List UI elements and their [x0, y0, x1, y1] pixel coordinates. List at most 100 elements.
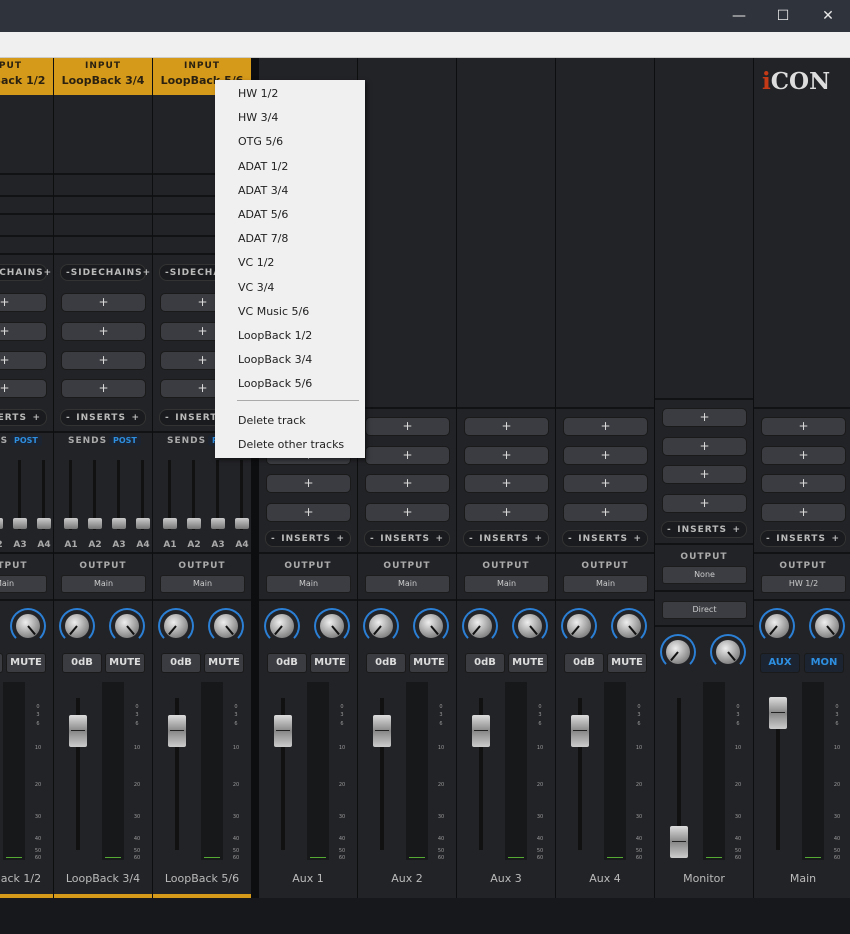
- insert-slot[interactable]: +: [365, 474, 450, 493]
- volume-fader-handle[interactable]: [274, 715, 292, 748]
- add-insert-button[interactable]: +: [633, 534, 642, 544]
- send-fader-handle[interactable]: [37, 518, 51, 529]
- mute-button[interactable]: MUTE: [607, 653, 647, 673]
- remove-insert-button[interactable]: -: [568, 534, 573, 544]
- menu-item-loopback-5-6[interactable]: LoopBack 5/6: [215, 373, 365, 395]
- output-select[interactable]: Main: [266, 575, 351, 593]
- minimize-icon[interactable]: —: [716, 0, 762, 32]
- insert-slot[interactable]: +: [563, 503, 648, 522]
- remove-insert-button[interactable]: -: [165, 413, 170, 423]
- insert-slot[interactable]: +: [61, 351, 146, 370]
- insert-slot[interactable]: +: [266, 474, 351, 493]
- add-sidechain-button[interactable]: +: [44, 268, 53, 278]
- volume-fader-handle[interactable]: [571, 715, 589, 748]
- insert-slot[interactable]: +: [464, 503, 549, 522]
- insert-slot[interactable]: +: [662, 408, 747, 427]
- gain-button[interactable]: 0dB: [62, 653, 102, 673]
- mute-button[interactable]: MUTE: [310, 653, 350, 673]
- remove-insert-button[interactable]: -: [766, 534, 771, 544]
- send-fader-handle[interactable]: [0, 518, 3, 529]
- right-knob[interactable]: [413, 608, 449, 644]
- remove-insert-button[interactable]: -: [271, 534, 276, 544]
- menu-item-otg-5-6[interactable]: OTG 5/6: [215, 131, 365, 153]
- post-toggle[interactable]: POST: [10, 435, 42, 446]
- gain-button[interactable]: 0dB: [564, 653, 604, 673]
- left-knob[interactable]: [660, 634, 696, 670]
- output-select[interactable]: None: [662, 566, 747, 584]
- right-knob[interactable]: [208, 608, 244, 644]
- mute-button[interactable]: MUTE: [6, 653, 46, 673]
- mute-button[interactable]: MUTE: [105, 653, 145, 673]
- insert-slot[interactable]: +: [266, 503, 351, 522]
- add-insert-button[interactable]: +: [435, 534, 444, 544]
- output-select[interactable]: Main: [365, 575, 450, 593]
- right-knob[interactable]: [109, 608, 145, 644]
- volume-fader-handle[interactable]: [769, 697, 787, 730]
- menu-item-vc-music-5-6[interactable]: VC Music 5/6: [215, 301, 365, 323]
- gain-button[interactable]: 0dB: [366, 653, 406, 673]
- menu-item-delete-track[interactable]: Delete track: [215, 410, 365, 432]
- volume-fader-handle[interactable]: [472, 715, 490, 748]
- insert-slot[interactable]: +: [761, 446, 846, 465]
- right-knob[interactable]: [512, 608, 548, 644]
- insert-slot[interactable]: +: [662, 437, 747, 456]
- gain-button[interactable]: 0dB: [0, 653, 3, 673]
- right-knob[interactable]: [809, 608, 845, 644]
- insert-slot[interactable]: +: [0, 351, 47, 370]
- add-sidechain-button[interactable]: +: [143, 268, 152, 278]
- mon-button[interactable]: MON: [804, 653, 844, 673]
- insert-slot[interactable]: +: [761, 417, 846, 436]
- right-knob[interactable]: [314, 608, 350, 644]
- insert-slot[interactable]: +: [365, 446, 450, 465]
- post-toggle[interactable]: POST: [109, 435, 141, 446]
- left-knob[interactable]: [158, 608, 194, 644]
- close-icon[interactable]: ✕: [805, 0, 850, 32]
- volume-fader-handle[interactable]: [670, 826, 688, 859]
- send-fader-handle[interactable]: [211, 518, 225, 529]
- send-fader-handle[interactable]: [163, 518, 177, 529]
- right-knob[interactable]: [710, 634, 746, 670]
- insert-slot[interactable]: +: [563, 446, 648, 465]
- add-insert-button[interactable]: +: [534, 534, 543, 544]
- send-fader-handle[interactable]: [64, 518, 78, 529]
- volume-fader-handle[interactable]: [373, 715, 391, 748]
- add-insert-button[interactable]: +: [336, 534, 345, 544]
- mute-button[interactable]: MUTE: [508, 653, 548, 673]
- send-fader-handle[interactable]: [235, 518, 249, 529]
- insert-slot[interactable]: +: [0, 379, 47, 398]
- input-selector[interactable]: INPUT LoopBack 1/2: [0, 58, 53, 95]
- send-fader-handle[interactable]: [13, 518, 27, 529]
- insert-slot[interactable]: +: [464, 446, 549, 465]
- insert-slot[interactable]: +: [464, 474, 549, 493]
- insert-slot[interactable]: +: [61, 293, 146, 312]
- right-knob[interactable]: [10, 608, 46, 644]
- insert-slot[interactable]: +: [464, 417, 549, 436]
- output-select[interactable]: HW 1/2: [761, 575, 846, 593]
- insert-slot[interactable]: +: [563, 417, 648, 436]
- output-select[interactable]: Main: [160, 575, 245, 593]
- insert-slot[interactable]: +: [761, 503, 846, 522]
- insert-slot[interactable]: +: [365, 417, 450, 436]
- menu-item-delete-other-tracks[interactable]: Delete other tracks: [215, 434, 365, 456]
- add-insert-button[interactable]: +: [732, 525, 741, 535]
- insert-slot[interactable]: +: [662, 465, 747, 484]
- right-knob[interactable]: [611, 608, 647, 644]
- insert-slot[interactable]: +: [365, 503, 450, 522]
- menu-item-adat-3-4[interactable]: ADAT 3/4: [215, 180, 365, 202]
- remove-insert-button[interactable]: -: [66, 413, 71, 423]
- left-knob[interactable]: [561, 608, 597, 644]
- left-knob[interactable]: [59, 608, 95, 644]
- send-fader-handle[interactable]: [187, 518, 201, 529]
- output-select[interactable]: Main: [61, 575, 146, 593]
- menu-item-vc-3-4[interactable]: VC 3/4: [215, 277, 365, 299]
- menu-item-adat-7-8[interactable]: ADAT 7/8: [215, 228, 365, 250]
- mute-button[interactable]: MUTE: [409, 653, 449, 673]
- menu-item-vc-1-2[interactable]: VC 1/2: [215, 252, 365, 274]
- output-select[interactable]: Main: [464, 575, 549, 593]
- send-fader-handle[interactable]: [88, 518, 102, 529]
- left-knob[interactable]: [462, 608, 498, 644]
- add-insert-button[interactable]: +: [131, 413, 140, 423]
- insert-slot[interactable]: +: [61, 322, 146, 341]
- remove-insert-button[interactable]: -: [469, 534, 474, 544]
- left-knob[interactable]: [264, 608, 300, 644]
